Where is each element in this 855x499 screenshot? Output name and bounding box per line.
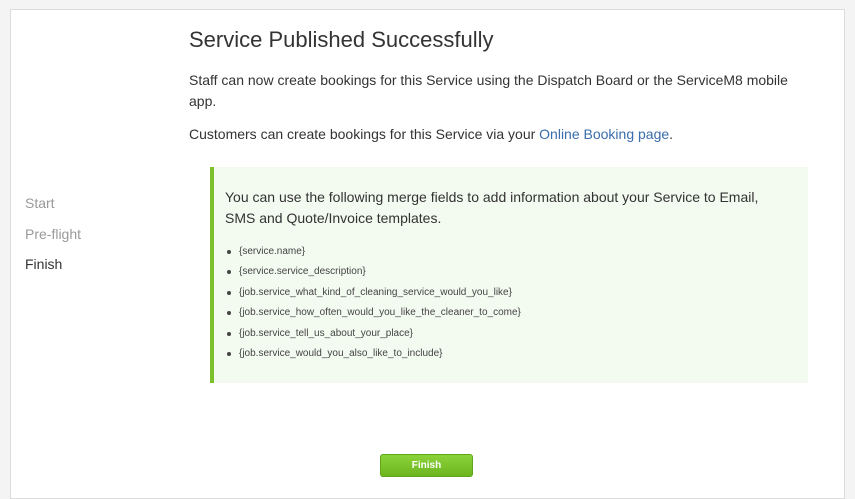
staff-bookings-text: Staff can now create bookings for this S… [189, 72, 788, 109]
merge-field-item: {job.service_tell_us_about_your_place} [225, 324, 788, 344]
merge-fields-list: {service.name} {service.service_descript… [225, 242, 788, 364]
customer-bookings-suffix: . [669, 126, 674, 142]
merge-field-text: {job.service_how_often_would_you_like_th… [239, 307, 521, 319]
merge-field-item: {service.service_description} [225, 262, 788, 282]
merge-fields-intro: You can use the following merge fields t… [225, 189, 759, 226]
bullet-icon [227, 331, 231, 336]
merge-field-text: {service.service_description} [239, 266, 366, 278]
online-booking-link[interactable]: Online Booking page [539, 126, 669, 142]
bullet-icon [227, 270, 231, 275]
wizard-steps: Start Pre-flight Finish [25, 188, 145, 280]
customer-bookings-prefix: Customers can create bookings for this S… [189, 126, 540, 142]
merge-field-text: {job.service_would_you_also_like_to_incl… [239, 348, 443, 360]
merge-field-text: {job.service_tell_us_about_your_place} [239, 327, 414, 339]
merge-fields-box: You can use the following merge fields t… [210, 167, 808, 383]
merge-field-item: {service.name} [225, 242, 788, 262]
bullet-icon [227, 352, 231, 357]
bullet-icon [227, 250, 231, 254]
merge-field-item: {job.service_would_you_also_like_to_incl… [225, 344, 788, 364]
step-pre-flight[interactable]: Pre-flight [25, 219, 145, 250]
step-start[interactable]: Start [25, 188, 145, 219]
bullet-icon [227, 290, 231, 295]
page-title: Service Published Successfully [189, 27, 494, 52]
merge-field-item: {job.service_how_often_would_you_like_th… [225, 303, 788, 323]
merge-field-text: {job.service_what_kind_of_cleaning_servi… [239, 286, 512, 298]
step-finish[interactable]: Finish [25, 249, 145, 280]
merge-field-text: {service.name} [239, 246, 306, 257]
main-content: Service Published Successfully Staff can… [189, 27, 809, 145]
customer-bookings-text: Customers can create bookings for this S… [189, 124, 809, 145]
bullet-icon [227, 311, 231, 316]
finish-button[interactable]: Finish [380, 454, 473, 477]
merge-field-item: {job.service_what_kind_of_cleaning_servi… [225, 283, 788, 303]
